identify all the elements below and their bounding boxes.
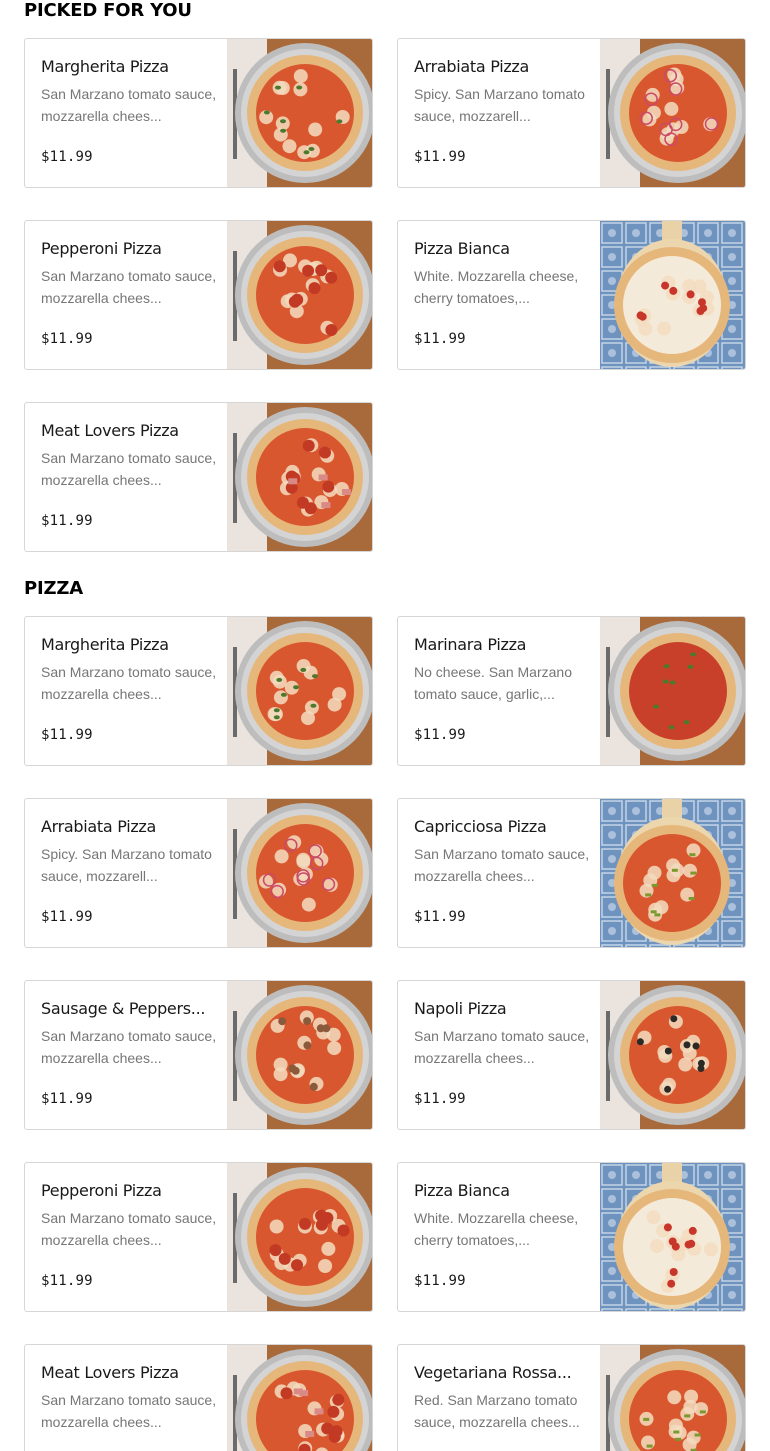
menu-item-price: $11.99 [414, 1091, 466, 1107]
menu-item-name: Capricciosa Pizza [414, 817, 547, 836]
menu-item-description: White. Mozzarella cheese, cherry tomatoe… [414, 268, 579, 306]
menu-item-description: San Marzano tomato sauce, mozzarella che… [41, 1392, 217, 1430]
menu-item-info: Margherita Pizza San Marzano tomato sauc… [41, 635, 217, 705]
menu-item-price: $11.99 [41, 149, 93, 165]
menu-item-info: Arrabiata Pizza Spicy. San Marzano tomat… [41, 817, 217, 887]
menu-item-photo[interactable] [227, 221, 372, 369]
menu-item-card[interactable]: Pizza Bianca White. Mozzarella cheese, c… [397, 220, 746, 370]
menu-item-card[interactable]: Margherita Pizza San Marzano tomato sauc… [24, 616, 373, 766]
menu-item-photo[interactable] [227, 403, 372, 551]
menu-item-card[interactable]: Sausage & Peppers... San Marzano tomato … [24, 980, 373, 1130]
menu-item-photo[interactable] [600, 39, 745, 187]
menu-item-price: $11.99 [41, 909, 93, 925]
menu-item-photo[interactable] [227, 799, 372, 947]
menu-item-description: Spicy. San Marzano tomato sauce, mozzare… [41, 846, 212, 884]
menu-item-description: San Marzano tomato sauce, mozzarella che… [41, 664, 217, 702]
menu-item-price: $11.99 [414, 1273, 466, 1289]
menu-item-info: Pizza Bianca White. Mozzarella cheese, c… [414, 239, 590, 309]
menu-item-photo[interactable] [600, 221, 745, 369]
menu-item-card[interactable]: Arrabiata Pizza Spicy. San Marzano tomat… [24, 798, 373, 948]
menu-item-description: San Marzano tomato sauce, mozzarella che… [41, 268, 217, 306]
menu-item-photo[interactable] [600, 981, 745, 1129]
menu-item-info: Pizza Bianca White. Mozzarella cheese, c… [414, 1181, 590, 1251]
menu-item-price: $11.99 [414, 331, 466, 347]
menu-item-card[interactable]: Pepperoni Pizza San Marzano tomato sauce… [24, 220, 373, 370]
menu-item-info: Arrabiata Pizza Spicy. San Marzano tomat… [414, 57, 590, 127]
menu-item-name: Arrabiata Pizza [41, 817, 157, 836]
menu-item-info: Napoli Pizza San Marzano tomato sauce, m… [414, 999, 590, 1069]
menu-item-card[interactable]: Meat Lovers Pizza San Marzano tomato sau… [24, 402, 373, 552]
menu-item-name: Marinara Pizza [414, 635, 527, 654]
menu-item-description: No cheese. San Marzano tomato sauce, gar… [414, 664, 572, 702]
menu-item-description: San Marzano tomato sauce, mozzarella che… [41, 1210, 217, 1248]
menu-item-info: Meat Lovers Pizza San Marzano tomato sau… [41, 1363, 217, 1433]
menu-item-description: San Marzano tomato sauce, mozzarella che… [41, 86, 217, 124]
menu-item-name: Sausage & Peppers... [41, 999, 206, 1018]
menu-item-description: Red. San Marzano tomato sauce, mozzarell… [414, 1392, 580, 1430]
menu-item-card[interactable]: Napoli Pizza San Marzano tomato sauce, m… [397, 980, 746, 1130]
section-title-picked-for-you: PICKED FOR YOU [24, 0, 192, 21]
menu-item-photo[interactable] [227, 1345, 372, 1451]
menu-item-price: $11.99 [41, 727, 93, 743]
menu-item-card[interactable]: Margherita Pizza San Marzano tomato sauc… [24, 38, 373, 188]
menu-item-card[interactable]: Marinara Pizza No cheese. San Marzano to… [397, 616, 746, 766]
menu-item-name: Margherita Pizza [41, 635, 169, 654]
menu-item-price: $11.99 [41, 1091, 93, 1107]
menu-item-price: $11.99 [41, 513, 93, 529]
menu-item-name: Napoli Pizza [414, 999, 507, 1018]
menu-item-card[interactable]: Pizza Bianca White. Mozzarella cheese, c… [397, 1162, 746, 1312]
menu-item-description: Spicy. San Marzano tomato sauce, mozzare… [414, 86, 585, 124]
section-title-pizza: PIZZA [24, 578, 83, 599]
menu-item-info: Margherita Pizza San Marzano tomato sauc… [41, 57, 217, 127]
menu-item-card[interactable]: Arrabiata Pizza Spicy. San Marzano tomat… [397, 38, 746, 188]
menu-item-name: Pizza Bianca [414, 239, 510, 258]
menu-item-description: San Marzano tomato sauce, mozzarella che… [414, 1028, 590, 1066]
menu-item-price: $11.99 [41, 331, 93, 347]
menu-item-name: Meat Lovers Pizza [41, 421, 179, 440]
menu-item-photo[interactable] [227, 1163, 372, 1311]
menu-item-name: Meat Lovers Pizza [41, 1363, 179, 1382]
menu-item-price: $11.99 [414, 909, 466, 925]
menu-item-info: Marinara Pizza No cheese. San Marzano to… [414, 635, 590, 705]
menu-item-price: $11.99 [414, 727, 466, 743]
menu-item-info: Vegetariana Rossa... Red. San Marzano to… [414, 1363, 590, 1433]
menu-item-name: Pepperoni Pizza [41, 239, 162, 258]
menu-item-name: Margherita Pizza [41, 57, 169, 76]
menu-item-photo[interactable] [600, 799, 745, 947]
menu-item-name: Arrabiata Pizza [414, 57, 530, 76]
menu-item-description: White. Mozzarella cheese, cherry tomatoe… [414, 1210, 579, 1248]
menu-item-card[interactable]: Vegetariana Rossa... Red. San Marzano to… [397, 1344, 746, 1451]
menu-item-photo[interactable] [600, 617, 745, 765]
menu-item-description: San Marzano tomato sauce, mozzarella che… [414, 846, 590, 884]
menu-item-photo[interactable] [227, 39, 372, 187]
menu-item-card[interactable]: Meat Lovers Pizza San Marzano tomato sau… [24, 1344, 373, 1451]
menu-item-photo[interactable] [227, 617, 372, 765]
menu-item-description: San Marzano tomato sauce, mozzarella che… [41, 1028, 217, 1066]
menu-item-card[interactable]: Pepperoni Pizza San Marzano tomato sauce… [24, 1162, 373, 1312]
menu-item-info: Pepperoni Pizza San Marzano tomato sauce… [41, 1181, 217, 1251]
menu-item-photo[interactable] [227, 981, 372, 1129]
menu-item-info: Meat Lovers Pizza San Marzano tomato sau… [41, 421, 217, 491]
menu-item-name: Pizza Bianca [414, 1181, 510, 1200]
menu-item-description: San Marzano tomato sauce, mozzarella che… [41, 450, 217, 488]
menu-item-photo[interactable] [600, 1163, 745, 1311]
menu-item-info: Pepperoni Pizza San Marzano tomato sauce… [41, 239, 217, 309]
menu-item-info: Sausage & Peppers... San Marzano tomato … [41, 999, 217, 1069]
menu-item-card[interactable]: Capricciosa Pizza San Marzano tomato sau… [397, 798, 746, 948]
menu-item-photo[interactable] [600, 1345, 745, 1451]
menu-item-name: Vegetariana Rossa... [414, 1363, 572, 1382]
menu-item-name: Pepperoni Pizza [41, 1181, 162, 1200]
menu-item-info: Capricciosa Pizza San Marzano tomato sau… [414, 817, 590, 887]
menu-item-price: $11.99 [41, 1273, 93, 1289]
menu-item-price: $11.99 [414, 149, 466, 165]
